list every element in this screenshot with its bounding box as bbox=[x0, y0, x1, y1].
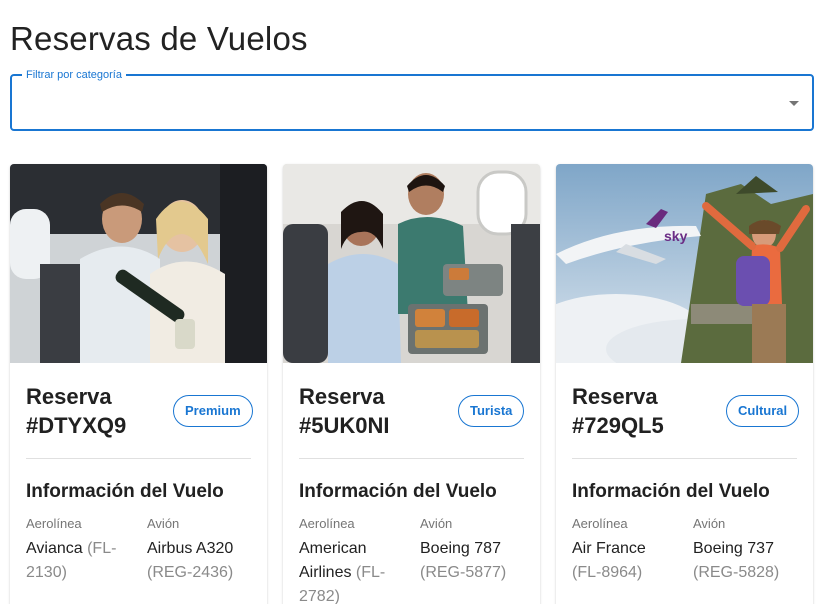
airline-label: Aerolínea bbox=[572, 516, 628, 531]
filter-select[interactable] bbox=[12, 76, 812, 129]
airline-label: Aerolínea bbox=[299, 516, 355, 531]
registration-number: (REG-5877) bbox=[420, 564, 507, 581]
airline-value: American Airlines (FL-2782) bbox=[299, 537, 404, 604]
airline-name: Air France bbox=[572, 540, 646, 557]
reservation-card[interactable]: Reserva #5UK0NI Turista Información del … bbox=[283, 164, 540, 604]
reservation-label: Reserva bbox=[572, 384, 658, 409]
reservation-code: #729QL5 bbox=[572, 413, 664, 438]
reservation-card[interactable]: Reserva #DTYXQ9 Premium Información del … bbox=[10, 164, 267, 604]
reservation-title: Reserva #5UK0NI bbox=[299, 382, 449, 440]
reservation-code: #DTYXQ9 bbox=[26, 413, 127, 438]
card-image-cultural: sky bbox=[556, 164, 813, 363]
category-badge[interactable]: Cultural bbox=[726, 395, 800, 427]
aircraft-name: Boeing 787 bbox=[420, 540, 501, 557]
airline-value: Air France (FL-8964) bbox=[572, 537, 677, 585]
aircraft-name: Airbus A320 bbox=[147, 540, 234, 557]
dropdown-arrow-icon[interactable] bbox=[789, 101, 799, 106]
divider bbox=[299, 458, 524, 459]
airline-label: Aerolínea bbox=[26, 516, 82, 531]
page-title: Reservas de Vuelos bbox=[10, 20, 308, 57]
reservation-code: #5UK0NI bbox=[299, 413, 390, 438]
aircraft-value: Boeing 737 (REG-5828) bbox=[693, 537, 803, 585]
flight-number: (FL-8964) bbox=[572, 564, 643, 581]
svg-text:sky: sky bbox=[664, 228, 688, 244]
registration-number: (REG-2436) bbox=[147, 564, 234, 581]
aircraft-label: Avión bbox=[693, 516, 726, 531]
category-badge[interactable]: Turista bbox=[458, 395, 525, 427]
reservations-page: Reservas de Vuelos Filtrar por categoría bbox=[0, 0, 828, 604]
reservation-title: Reserva #DTYXQ9 bbox=[26, 382, 176, 440]
reservation-title: Reserva #729QL5 bbox=[572, 382, 722, 440]
registration-number: (REG-5828) bbox=[693, 564, 780, 581]
aircraft-label: Avión bbox=[420, 516, 453, 531]
category-filter[interactable]: Filtrar por categoría bbox=[10, 68, 814, 131]
card-image-premium bbox=[10, 164, 267, 363]
reservation-label: Reserva bbox=[26, 384, 112, 409]
card-image-turista bbox=[283, 164, 540, 363]
aircraft-value: Airbus A320 (REG-2436) bbox=[147, 537, 257, 585]
reservation-card[interactable]: sky Reserva #729QL5 Cultural Información… bbox=[556, 164, 813, 604]
airline-name: Avianca bbox=[26, 540, 83, 557]
airline-value: Avianca (FL-2130) bbox=[26, 537, 136, 585]
category-badge[interactable]: Premium bbox=[173, 395, 253, 427]
reservation-label: Reserva bbox=[299, 384, 385, 409]
aircraft-value: Boeing 787 (REG-5877) bbox=[420, 537, 530, 585]
divider bbox=[26, 458, 251, 459]
aircraft-name: Boeing 737 bbox=[693, 540, 774, 557]
divider bbox=[572, 458, 797, 459]
aircraft-label: Avión bbox=[147, 516, 180, 531]
flight-info-title: Información del Vuelo bbox=[299, 481, 497, 502]
flight-info-title: Información del Vuelo bbox=[572, 481, 770, 502]
flight-info-title: Información del Vuelo bbox=[26, 481, 224, 502]
